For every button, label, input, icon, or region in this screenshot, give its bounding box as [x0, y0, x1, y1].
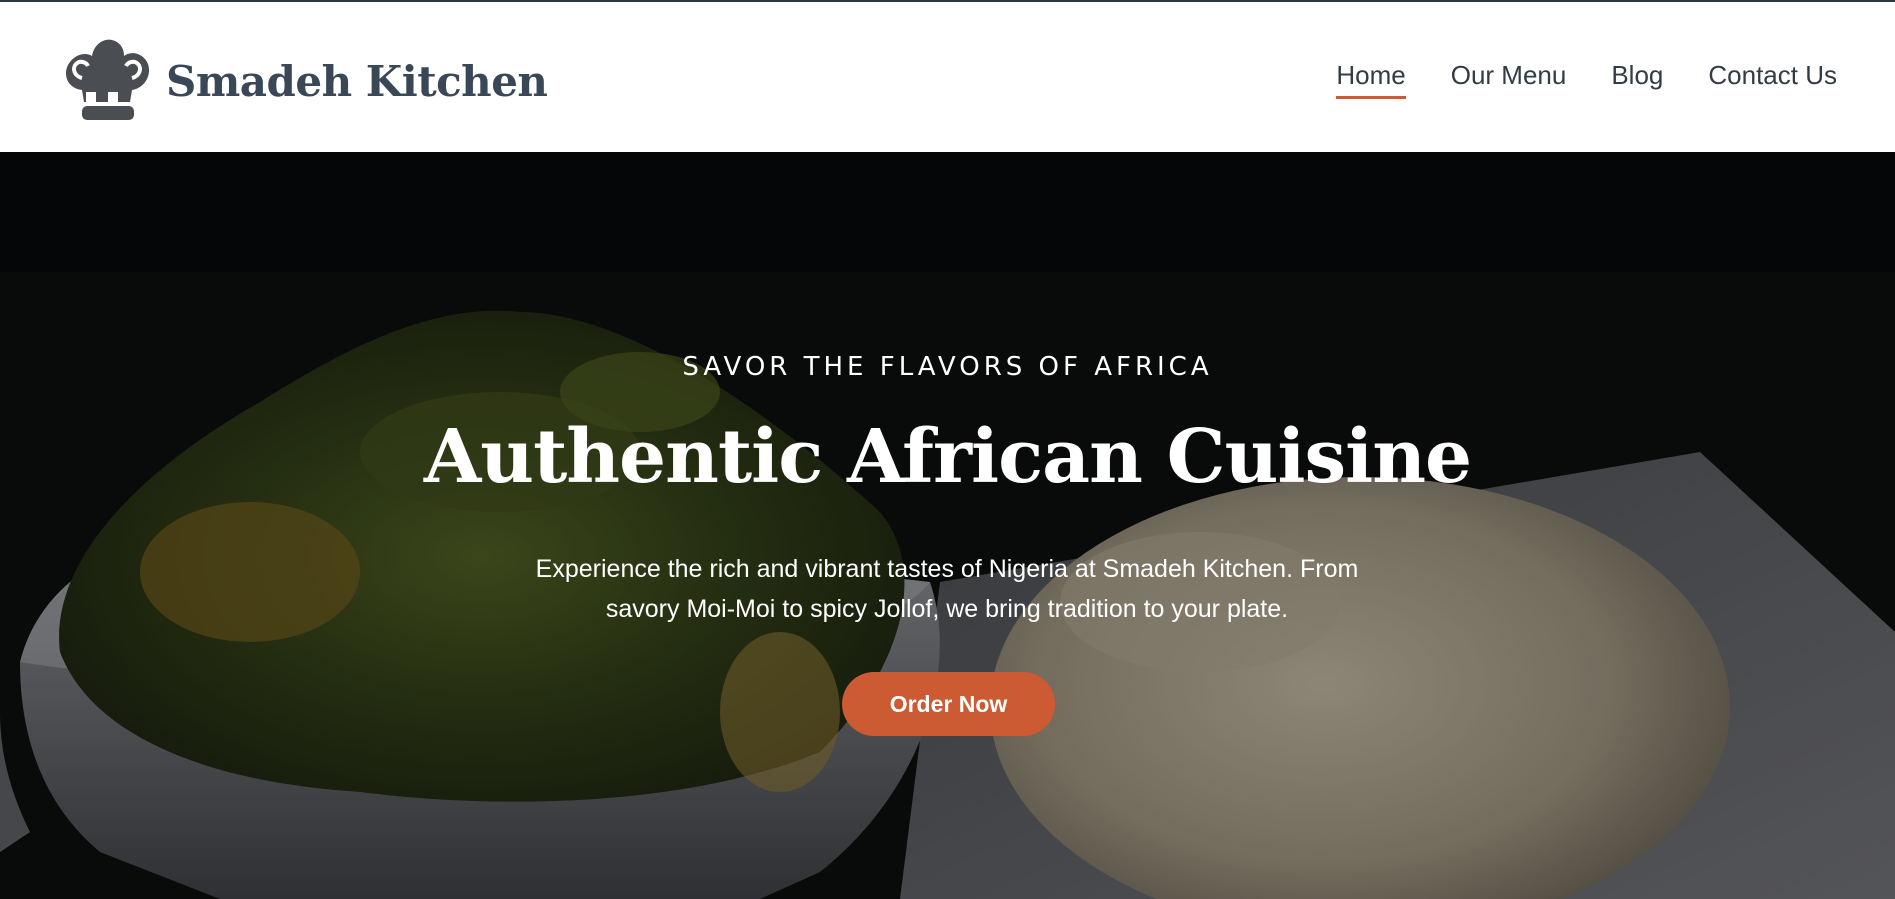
nav-item-blog[interactable]: Blog: [1611, 60, 1663, 99]
nav-item-our-menu[interactable]: Our Menu: [1451, 60, 1567, 99]
nav-item-home[interactable]: Home: [1336, 60, 1407, 99]
hero-eyebrow: SAVOR THE FLAVORS OF AFRICA: [682, 352, 1213, 382]
brand-name: Smadeh Kitchen: [166, 56, 548, 106]
chef-hat-icon: [66, 39, 150, 120]
hero-section: SAVOR THE FLAVORS OF AFRICA Authentic Af…: [0, 152, 1895, 899]
hero-title: Authentic African Cuisine: [423, 414, 1472, 500]
brand-logo-link[interactable]: Smadeh Kitchen: [60, 32, 548, 124]
hero-description: Experience the rich and vibrant tastes o…: [535, 555, 1359, 623]
order-now-button[interactable]: Order Now: [842, 672, 1055, 736]
main-nav: Home Our Menu Blog Contact Us: [1291, 60, 1837, 99]
hero-overlay: [0, 152, 1895, 899]
nav-item-contact-us[interactable]: Contact Us: [1708, 60, 1837, 99]
site-header: Smadeh Kitchen Home Our Menu Blog Contac…: [0, 2, 1895, 152]
